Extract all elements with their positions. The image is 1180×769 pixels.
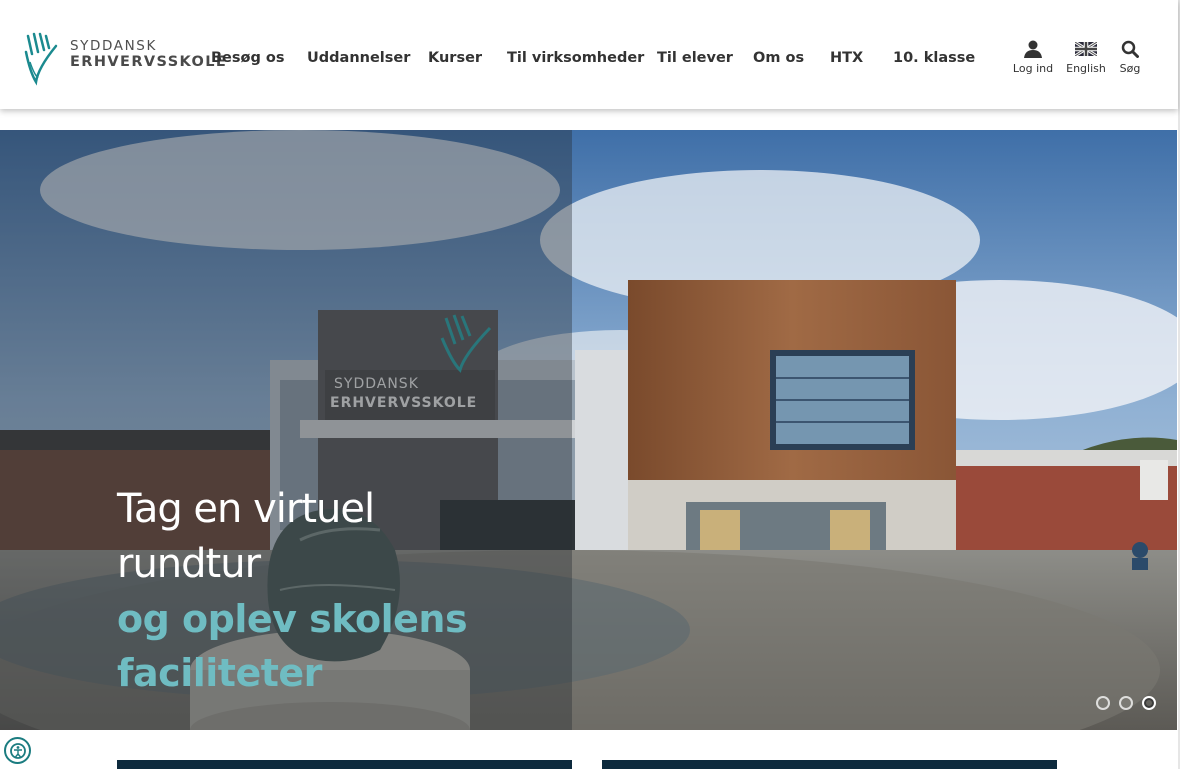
nav-item-til-elever[interactable]: Til elever xyxy=(657,50,733,66)
carousel-dot-3[interactable] xyxy=(1142,696,1156,710)
nav-item-uddannelser[interactable]: Uddannelser xyxy=(307,50,410,66)
search-icon xyxy=(1121,40,1139,58)
nav-item-besoeg-os[interactable]: Besøg os xyxy=(211,50,285,66)
hero-carousel: SYDDANSK ERHVERVSSKOLE Tag en virtuel ru… xyxy=(0,130,1177,730)
nav-item-kurser[interactable]: Kurser xyxy=(428,50,482,66)
carousel-dot-2[interactable] xyxy=(1119,696,1133,710)
user-icon xyxy=(1024,40,1042,58)
hero-line-2: rundtur xyxy=(117,541,261,587)
search-label: Søg xyxy=(1119,62,1141,75)
nav-item-til-virksomheder[interactable]: Til virksomheder xyxy=(507,50,644,66)
english-button[interactable]: English xyxy=(1063,40,1109,75)
english-label: English xyxy=(1066,62,1106,75)
site-logo[interactable]: SYDDANSK ERHVERVSSKOLE xyxy=(24,32,226,86)
hero-line-3: og oplev skolens xyxy=(117,597,468,641)
login-label: Log ind xyxy=(1012,62,1054,75)
accessibility-button[interactable] xyxy=(4,737,31,764)
content-card-left[interactable] xyxy=(117,760,572,769)
nav-item-htx[interactable]: HTX xyxy=(830,50,863,66)
hero-headline[interactable]: Tag en virtuel rundtur og oplev skolens … xyxy=(117,482,557,700)
logo-wordmark: SYDDANSK ERHVERVSSKOLE xyxy=(70,39,227,71)
hand-check-logo-icon xyxy=(24,32,58,86)
nav-item-10-klasse[interactable]: 10. klasse xyxy=(893,50,975,66)
logo-line-2: ERHVERVSSKOLE xyxy=(70,54,228,70)
login-button[interactable]: Log ind xyxy=(1011,40,1055,75)
search-button[interactable]: Søg xyxy=(1116,40,1144,75)
hero-line-1: Tag en virtuel xyxy=(117,486,375,532)
carousel-dots xyxy=(1096,696,1156,710)
logo-line-1: SYDDANSK xyxy=(70,38,157,54)
hero-line-4: faciliteter xyxy=(117,651,322,695)
content-card-right[interactable] xyxy=(602,760,1057,769)
accessibility-icon xyxy=(9,742,26,759)
nav-item-om-os[interactable]: Om os xyxy=(753,50,804,66)
site-header: SYDDANSK ERHVERVSSKOLE Besøg os Uddannel… xyxy=(0,0,1178,109)
uk-flag-icon xyxy=(1075,42,1097,56)
carousel-dot-1[interactable] xyxy=(1096,696,1110,710)
